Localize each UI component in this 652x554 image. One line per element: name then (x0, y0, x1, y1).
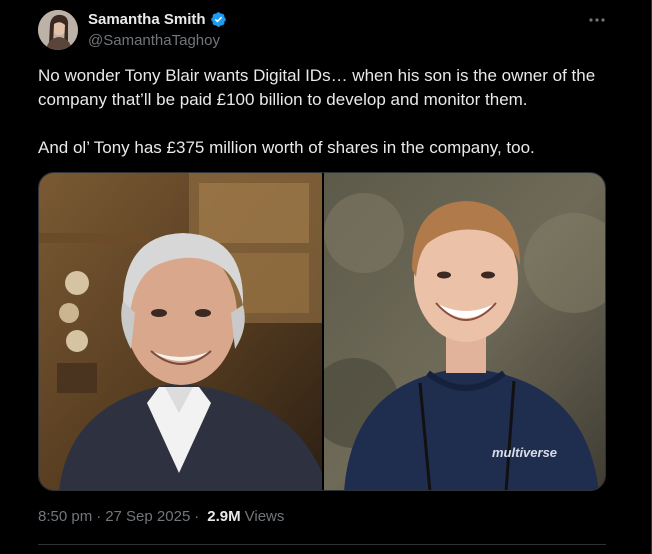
views-label[interactable]: Views (245, 508, 285, 525)
media-photo-left[interactable] (39, 173, 322, 490)
tweet-time[interactable]: 8:50 pm (38, 508, 92, 525)
tweet-metadata: 8:50 pm · 27 Sep 2025 · 2.9M Views (38, 508, 284, 525)
tweet-paragraph: No wonder Tony Blair wants Digital IDs… … (38, 66, 596, 109)
meta-separator: · (194, 508, 200, 525)
media-photo-right[interactable]: multiverse (324, 173, 605, 490)
verified-badge-icon[interactable] (210, 11, 227, 28)
meta-separator: · (96, 508, 102, 525)
tweet-paragraph: And ol’ Tony has £375 million worth of s… (38, 138, 535, 157)
author-name-row[interactable]: Samantha Smith (88, 11, 227, 28)
author-display-name[interactable]: Samantha Smith (88, 11, 206, 28)
views-count[interactable]: 2.9M (207, 508, 240, 525)
avatar-image (38, 10, 78, 50)
tweet-date[interactable]: 27 Sep 2025 (105, 508, 190, 525)
avatar[interactable] (38, 10, 78, 50)
tweet-text: No wonder Tony Blair wants Digital IDs… … (38, 64, 618, 160)
tweet: Samantha Smith @SamanthaTaghoy No wonder… (0, 0, 652, 554)
media-grid[interactable]: multiverse (38, 172, 606, 491)
shirt-logo-text: multiverse (492, 445, 557, 460)
author-handle[interactable]: @SamanthaTaghoy (88, 32, 220, 49)
divider (38, 544, 606, 545)
more-dots-icon[interactable] (584, 10, 610, 30)
